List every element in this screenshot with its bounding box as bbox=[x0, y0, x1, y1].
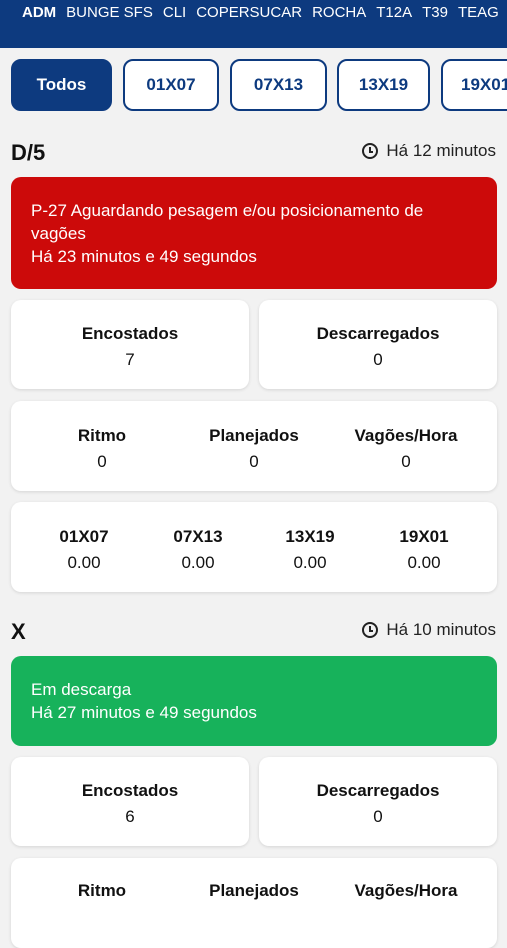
status-alert: P-27 Aguardando pesagem e/ou posicioname… bbox=[11, 177, 497, 289]
top-tab-adm[interactable]: ADM bbox=[22, 4, 56, 21]
ritmo-card: Ritmo 0 Planejados 0 Vagões/Hora 0 bbox=[11, 401, 497, 491]
descarregados-value: 0 bbox=[373, 807, 383, 826]
descarregados-card: Descarregados 0 bbox=[259, 300, 497, 389]
ritmo-label: Ritmo bbox=[77, 426, 127, 445]
filter-19x01[interactable]: 19X01 bbox=[441, 59, 507, 111]
vagoes-hora-label: Vagões/Hora bbox=[354, 426, 458, 445]
alert-message-line1: P-27 Aguardando pesagem e/ou posicioname… bbox=[31, 201, 424, 220]
shift-value: 0.00 bbox=[407, 553, 441, 572]
shift-label: 13X19 bbox=[285, 527, 335, 546]
descarregados-card: Descarregados 0 bbox=[259, 757, 497, 846]
descarregados-value: 0 bbox=[373, 350, 383, 369]
filter-07x13[interactable]: 07X13 bbox=[230, 59, 327, 111]
descarregados-label: Descarregados bbox=[316, 324, 440, 343]
last-updated-text: Há 10 minutos bbox=[386, 620, 496, 639]
descarregados-label: Descarregados bbox=[316, 781, 440, 800]
alert-message-line1: Em descarga bbox=[31, 680, 132, 699]
vagoes-hora-value: 0 bbox=[401, 452, 411, 471]
clock-icon bbox=[362, 143, 379, 159]
top-tab-t39[interactable]: T39 bbox=[422, 4, 448, 21]
top-tab-cli[interactable]: CLI bbox=[163, 4, 186, 21]
top-tab-bunge-sfs[interactable]: BUNGE SFS bbox=[66, 4, 153, 21]
last-updated: Há 10 minutos bbox=[362, 620, 496, 640]
status-alert: Em descarga Há 27 minutos e 49 segundos bbox=[11, 656, 497, 746]
encostados-label: Encostados bbox=[81, 781, 179, 800]
top-nav-bar: ADM BUNGE SFS CLI COPERSUCAR ROCHA T12A … bbox=[0, 0, 507, 48]
ritmo-card: Ritmo Planejados Vagões/Hora bbox=[11, 858, 497, 948]
encostados-card: Encostados 6 bbox=[11, 757, 249, 846]
shift-value: 0.00 bbox=[293, 553, 327, 572]
encostados-value: 7 bbox=[125, 350, 135, 369]
filter-13x19[interactable]: 13X19 bbox=[337, 59, 430, 111]
section-title: D/5 bbox=[11, 140, 46, 165]
shift-label: 01X07 bbox=[59, 527, 109, 546]
shift-filter-bar: Todos 01X07 07X13 13X19 19X01 bbox=[11, 59, 507, 115]
alert-message-line2: vagões bbox=[31, 224, 86, 243]
filter-todos[interactable]: Todos bbox=[11, 59, 112, 111]
vagoes-hora-label: Vagões/Hora bbox=[354, 881, 458, 900]
alert-duration: Há 23 minutos e 49 segundos bbox=[31, 247, 257, 266]
ritmo-value: 0 bbox=[97, 452, 107, 471]
shift-value: 0.00 bbox=[181, 553, 215, 572]
shift-label: 19X01 bbox=[399, 527, 449, 546]
top-tab-copersucar[interactable]: COPERSUCAR bbox=[196, 4, 302, 21]
shift-value: 0.00 bbox=[67, 553, 101, 572]
filter-01x07[interactable]: 01X07 bbox=[123, 59, 219, 111]
last-updated: Há 12 minutos bbox=[362, 141, 496, 161]
encostados-label: Encostados bbox=[81, 324, 179, 343]
top-tab-teag[interactable]: TEAG bbox=[458, 4, 499, 21]
last-updated-text: Há 12 minutos bbox=[386, 141, 496, 160]
top-tab-t12a[interactable]: T12A bbox=[376, 4, 412, 21]
ritmo-label: Ritmo bbox=[77, 881, 127, 900]
section-title: X bbox=[11, 619, 26, 644]
shift-label: 07X13 bbox=[173, 527, 223, 546]
shift-rates-card: 01X07 0.00 07X13 0.00 13X19 0.00 19X01 0… bbox=[11, 502, 497, 592]
planejados-value: 0 bbox=[249, 452, 259, 471]
alert-duration: Há 27 minutos e 49 segundos bbox=[31, 703, 257, 722]
encostados-card: Encostados 7 bbox=[11, 300, 249, 389]
planejados-label: Planejados bbox=[209, 881, 299, 900]
clock-icon bbox=[362, 622, 379, 638]
encostados-value: 6 bbox=[125, 807, 135, 826]
planejados-label: Planejados bbox=[209, 426, 299, 445]
top-tab-rocha[interactable]: ROCHA bbox=[312, 4, 366, 21]
